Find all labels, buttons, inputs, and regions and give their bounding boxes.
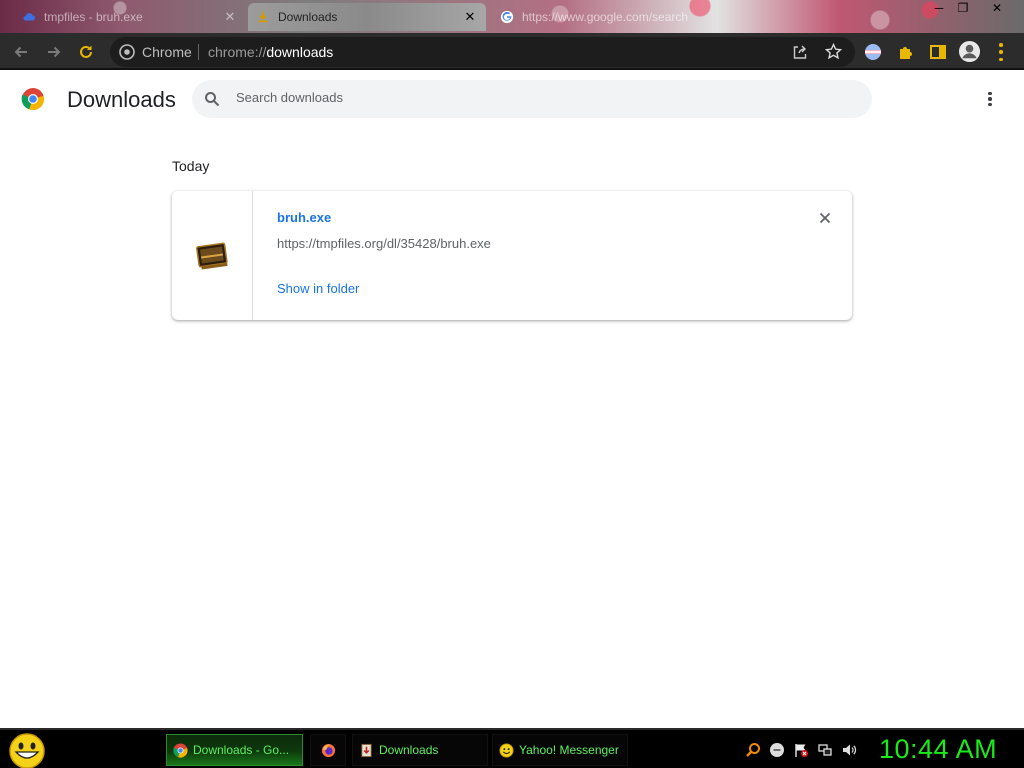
url-scheme: chrome://: [208, 44, 267, 60]
tab-downloads[interactable]: Downloads ✕: [248, 3, 486, 31]
smiley-start-button-icon[interactable]: [6, 732, 48, 768]
share-icon[interactable]: [792, 44, 808, 60]
chrome-icon: [173, 742, 188, 758]
search-icon[interactable]: [204, 91, 220, 107]
messenger-status-icon[interactable]: [769, 742, 785, 758]
chrome-logo-icon: [21, 88, 44, 111]
tab-label: tmpfiles - bruh.exe: [44, 10, 143, 24]
restore-icon[interactable]: ❐: [952, 0, 974, 16]
taskbar-item-label: Downloads - Go...: [193, 743, 290, 757]
show-in-folder-link[interactable]: Show in folder: [277, 281, 359, 296]
search-input[interactable]: [236, 90, 836, 105]
taskbar-item-firefox[interactable]: [310, 734, 346, 766]
bookmark-star-icon[interactable]: [825, 43, 842, 60]
browser-toolbar: Chrome chrome://downloads: [0, 33, 1024, 70]
file-icon-column: [172, 191, 253, 320]
more-actions-button[interactable]: [978, 88, 1002, 110]
tab-google-search[interactable]: https://www.google.com/search: [492, 3, 702, 31]
side-panel-icon[interactable]: [929, 43, 947, 61]
file-source-url: https://tmpfiles.org/dl/35428/bruh.exe: [277, 236, 491, 251]
download-item-card: bruh.exe https://tmpfiles.org/dl/35428/b…: [172, 191, 852, 320]
minimize-icon[interactable]: ─: [928, 0, 950, 16]
downloads-page: Downloads Today bruh.exe https://tmpfile…: [0, 72, 1024, 728]
back-button[interactable]: [10, 41, 32, 63]
tab-label: https://www.google.com/search: [522, 10, 689, 24]
taskbar-clock[interactable]: 10:44 AM: [879, 734, 997, 765]
page-title: Downloads: [67, 87, 176, 112]
close-icon[interactable]: ✕: [222, 9, 238, 25]
arrow-right-icon: [48, 46, 61, 58]
taskbar-item-label: Yahoo! Messenger: [519, 743, 619, 757]
reload-button[interactable]: [75, 41, 97, 63]
close-icon[interactable]: ✕: [462, 9, 478, 25]
chrome-site-icon: [119, 44, 135, 60]
folder-icon: [361, 743, 372, 757]
volume-icon[interactable]: [841, 742, 857, 758]
address-bar[interactable]: Chrome chrome://downloads: [110, 37, 855, 67]
firefox-icon: [321, 743, 335, 757]
account-avatar-icon[interactable]: [958, 40, 981, 63]
remove-from-list-icon[interactable]: [816, 209, 834, 227]
google-icon: [500, 10, 514, 24]
tab-tmpfiles[interactable]: tmpfiles - bruh.exe ✕: [14, 3, 246, 31]
download-icon: [258, 11, 268, 23]
file-name-link[interactable]: bruh.exe: [277, 210, 331, 225]
action-center-flag-icon[interactable]: [793, 742, 809, 758]
arrow-left-icon: [14, 46, 27, 58]
taskbar-item-chrome[interactable]: Downloads - Go...: [166, 734, 303, 766]
omnibox-divider: [198, 44, 199, 60]
yahoo-messenger-icon: [499, 742, 514, 758]
reload-icon: [80, 45, 92, 58]
url-host: downloads: [266, 44, 334, 60]
date-section-heading: Today: [172, 158, 210, 174]
url-text[interactable]: chrome://downloads: [208, 44, 333, 60]
browser-menu-button[interactable]: [996, 43, 1006, 61]
forward-button[interactable]: [43, 41, 65, 63]
os-taskbar: Downloads - Go... Downloads Yahoo! Messe…: [0, 728, 1024, 768]
network-icon[interactable]: [817, 742, 833, 758]
search-icon[interactable]: [745, 742, 761, 758]
tab-label: Downloads: [278, 10, 338, 24]
cloud-icon: [23, 13, 36, 21]
extensions-puzzle-icon[interactable]: [897, 43, 915, 61]
executable-file-icon: [196, 242, 228, 270]
search-bar[interactable]: [192, 80, 872, 118]
close-window-icon[interactable]: ✕: [986, 0, 1008, 16]
taskbar-item-yahoo-messenger[interactable]: Yahoo! Messenger: [492, 734, 628, 766]
profile-extension-icon[interactable]: [864, 43, 882, 61]
taskbar-item-label: Downloads: [379, 743, 439, 757]
tab-strip: tmpfiles - bruh.exe ✕ Downloads ✕ https:…: [0, 0, 1024, 33]
taskbar-item-downloads-folder[interactable]: Downloads: [352, 734, 488, 766]
site-chip-label: Chrome: [142, 44, 192, 60]
